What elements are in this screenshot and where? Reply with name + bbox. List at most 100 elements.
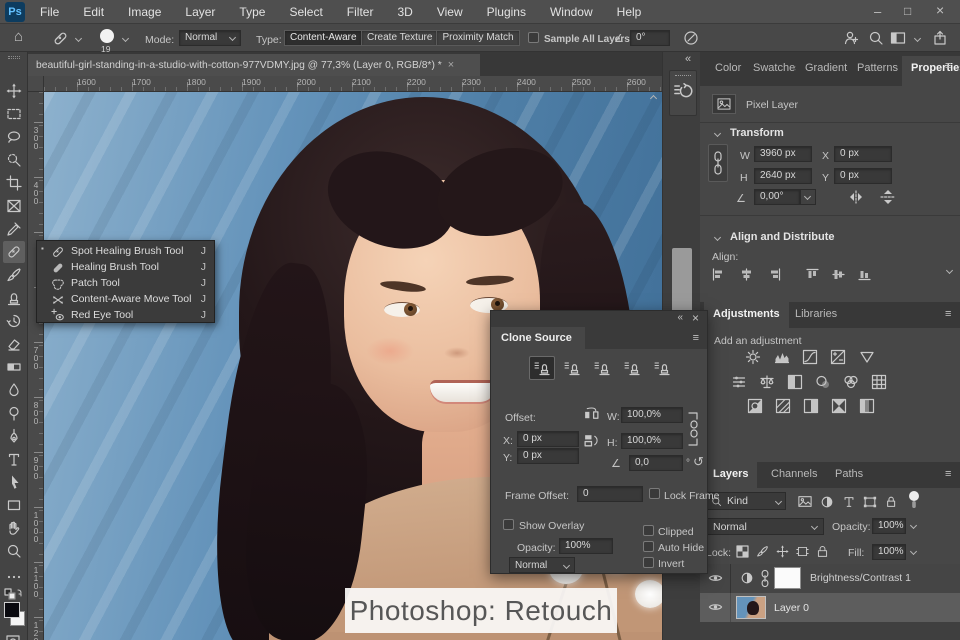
menu-help[interactable]: Help [605,5,654,19]
layer-row-image[interactable]: Layer 0 [700,593,960,622]
clone-source-tab[interactable]: Clone Source [491,327,585,349]
visibility-eye-icon[interactable] [708,572,723,584]
layer-name[interactable]: Layer 0 [774,601,809,615]
blend-mode-dropdown[interactable]: Normal [706,518,824,535]
posterize-adjustment-icon[interactable] [774,397,791,414]
menu-window[interactable]: Window [538,5,605,19]
path-selection-tool[interactable] [3,471,25,493]
curves-adjustment-icon[interactable] [801,348,818,365]
transform-y-field[interactable]: 0 px [834,168,892,184]
window-maximize-icon[interactable]: □ [904,4,911,18]
move-tool[interactable] [3,80,25,102]
fill-chevron[interactable] [909,547,918,556]
layer-row-adjustment[interactable]: Brightness/Contrast 1 [700,564,960,593]
overlay-blend-dropdown[interactable]: Normal [509,557,575,573]
workspace-layout-icon[interactable] [890,30,906,46]
properties-menu-icon[interactable]: ≡ [945,60,951,72]
clone-stamp-slot-1[interactable] [529,356,555,380]
layers-menu-icon[interactable]: ≡ [945,468,951,480]
menu-file[interactable]: File [28,5,71,19]
home-icon[interactable]: ⌂ [14,28,23,45]
lock-position-icon[interactable] [776,545,789,558]
exposure-adjustment-icon[interactable] [829,348,846,365]
type-proximity-match-button[interactable]: Proximity Match [436,30,520,46]
clone-stamp-slot-4[interactable] [619,356,645,380]
filter-pixel-layers-icon[interactable] [798,495,812,508]
clone-stamp-slot-3[interactable] [589,356,615,380]
properties-scroll-chevron[interactable] [945,266,954,275]
document-tab[interactable]: beautiful-girl-standing-in-a-studio-with… [28,54,480,76]
lock-paint-icon[interactable] [756,545,769,558]
brush-tool[interactable] [3,264,25,286]
flyout-item-red-eye[interactable]: Red Eye Tool J [37,308,214,324]
y-field[interactable]: 0 px [517,448,579,464]
transform-w-field[interactable]: 3960 px [754,146,812,162]
align-section-chevron[interactable] [713,233,722,242]
pen-tool[interactable] [3,425,25,447]
share-export-icon[interactable] [932,30,948,46]
marquee-tool[interactable] [3,103,25,125]
tab-swatches[interactable]: Swatches [744,56,796,80]
menu-layer[interactable]: Layer [173,5,227,19]
clone-stamp-slot-5[interactable] [649,356,675,380]
window-minimize-icon[interactable]: – [874,4,881,19]
align-right-icon[interactable] [768,268,782,282]
eyedropper-tool[interactable] [3,218,25,240]
color-lookup-adjustment-icon[interactable] [870,373,887,390]
vibrance-adjustment-icon[interactable] [858,348,875,365]
preset-dropdown-chevron[interactable] [74,34,83,43]
panel-close-icon[interactable]: × [692,311,699,325]
auto-hide-checkbox[interactable] [643,541,654,552]
search-icon[interactable] [868,30,884,46]
photo-filter-adjustment-icon[interactable] [814,373,831,390]
menu-3d[interactable]: 3D [385,5,424,19]
layer-name[interactable]: Brightness/Contrast 1 [810,571,911,585]
blur-tool[interactable] [3,379,25,401]
menu-select[interactable]: Select [277,5,334,19]
toolbar-grip[interactable] [8,56,20,59]
flyout-item-spot-healing[interactable]: ▪ Spot Healing Brush Tool J [37,244,214,260]
brush-picker-chevron[interactable] [121,34,130,43]
tab-patterns[interactable]: Patterns [848,56,907,80]
window-close-icon[interactable]: × [936,2,944,18]
layer-mask-thumbnail[interactable] [774,567,801,589]
clipped-checkbox[interactable] [643,525,654,536]
align-bottom-icon[interactable] [858,268,872,282]
pen-pressure-icon[interactable] [683,30,699,46]
align-middle-icon[interactable] [832,268,846,282]
overlay-opacity-field[interactable]: 100% [559,538,613,554]
menu-image[interactable]: Image [116,5,173,19]
sample-all-layers-checkbox[interactable] [528,32,539,43]
flyout-item-content-aware-move[interactable]: Content-Aware Move Tool J [37,292,214,308]
flip-vertical-icon[interactable] [880,190,896,204]
visibility-eye-icon[interactable] [708,601,723,613]
clone-source-menu-icon[interactable]: ≡ [693,332,699,344]
adjustments-menu-icon[interactable]: ≡ [945,308,951,320]
dock-collapse-icon[interactable]: « [685,53,691,65]
opacity-chevron[interactable] [909,521,918,530]
foreground-color-swatch[interactable] [4,602,20,618]
eraser-tool[interactable] [3,333,25,355]
tab-adjustments[interactable]: Adjustments [704,302,789,328]
frame-offset-field[interactable]: 0 [577,486,643,502]
lock-artboard-icon[interactable] [796,545,809,558]
align-center-icon[interactable] [740,268,754,282]
flip-vertical-icon[interactable] [583,433,600,448]
selective-color-adjustment-icon[interactable] [830,397,847,414]
document-tab-close-icon[interactable]: × [448,59,454,71]
flip-horizontal-icon[interactable] [848,190,864,204]
rotation-field[interactable]: 0,0 [629,455,683,471]
filter-shape-layers-icon[interactable] [863,495,877,509]
filter-smart-objects-icon[interactable] [885,495,899,509]
filter-type-layers-icon[interactable] [842,495,856,509]
flyout-item-healing-brush[interactable]: Healing Brush Tool J [37,260,214,276]
type-create-texture-button[interactable]: Create Texture [361,30,437,46]
align-top-icon[interactable] [806,268,820,282]
filter-pin-toggle[interactable] [907,490,921,513]
frame-tool[interactable] [3,195,25,217]
lasso-tool[interactable] [3,126,25,148]
transform-section-chevron[interactable] [713,129,722,138]
quick-mask-icon[interactable] [5,634,21,640]
transform-link-icon[interactable] [708,144,728,182]
gradient-tool[interactable] [3,356,25,378]
